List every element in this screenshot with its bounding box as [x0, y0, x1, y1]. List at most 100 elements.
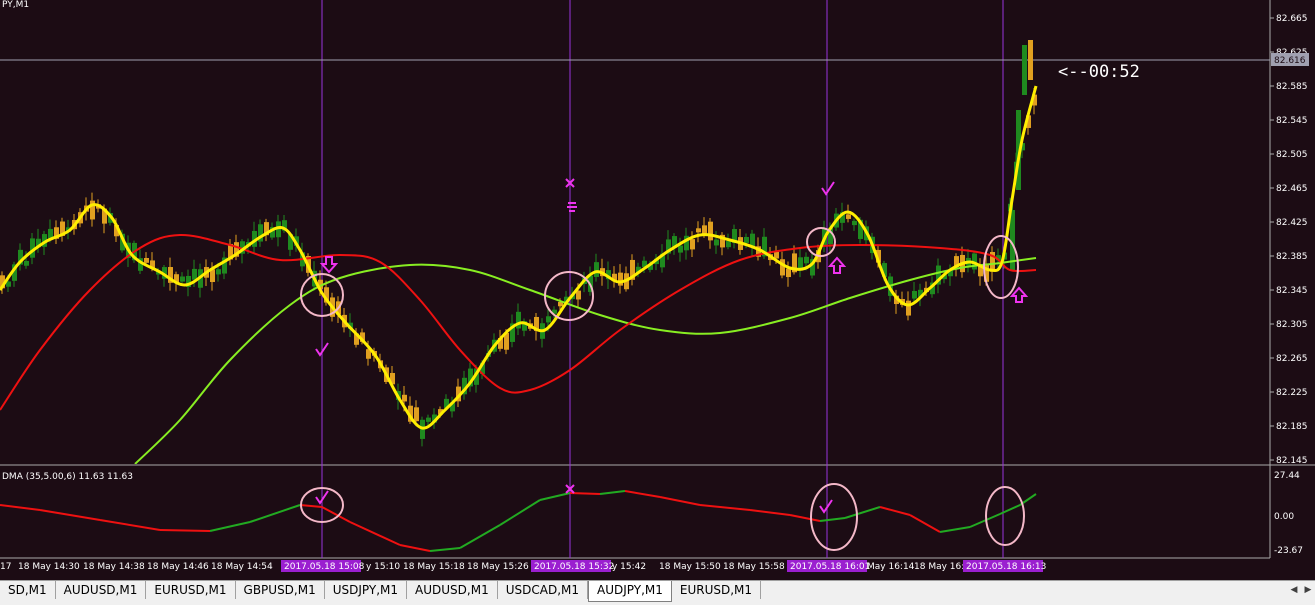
- bar-timer: <--00:52: [1058, 62, 1140, 82]
- oscillator-segment: [939, 526, 971, 533]
- oscillator-segment: [599, 490, 626, 495]
- oscillator-segment: [39, 509, 101, 521]
- candle-body: [846, 214, 851, 219]
- candle-body: [696, 228, 701, 233]
- price-chart[interactable]: PY,M1 <--00:52 82.66582.58582.54582.5058…: [0, 0, 1315, 580]
- oscillator-segment: [0, 504, 41, 511]
- oscillator-segment: [789, 514, 821, 522]
- vertical-lines: [321, 0, 1004, 558]
- candle-body: [1028, 40, 1033, 80]
- tab-eurusd[interactable]: EURUSD,M1: [146, 581, 236, 599]
- time-highlight-label-4: 2017.05.18 16:13: [966, 562, 1046, 572]
- time-label: May 16:14: [867, 562, 915, 572]
- candle-body: [852, 220, 857, 226]
- candle-body: [708, 221, 713, 241]
- candle-body: [1022, 45, 1027, 95]
- price-tick-label: 82.665: [1276, 14, 1308, 24]
- ma-green-line[interactable]: [134, 257, 1037, 464]
- time-label: 18 May 14:38: [83, 562, 145, 572]
- oscillator-segment: [844, 506, 881, 519]
- indicator-scale[interactable]: 27.44 0.00 -23.67: [1274, 471, 1303, 556]
- tab-audusd-2[interactable]: AUDUSD,M1: [407, 581, 498, 599]
- candle-body: [426, 417, 431, 422]
- candle-body: [786, 268, 791, 278]
- oscillator-line[interactable]: [0, 490, 1037, 552]
- indicator-scale-zero: 0.00: [1274, 512, 1294, 522]
- candle-body: [402, 394, 407, 402]
- price-tick-label: 82.545: [1276, 116, 1308, 126]
- circle-annotation-2: [544, 271, 594, 321]
- time-highlight-label-2: 2017.05.18 15:32: [534, 562, 614, 572]
- candle-body: [414, 407, 419, 422]
- price-tick-label: 82.465: [1276, 184, 1308, 194]
- candle-body: [690, 239, 695, 250]
- oscillator-segment: [159, 529, 211, 532]
- chart-area[interactable]: PY,M1 <--00:52 82.665 82.585 82.545 82.5…: [0, 0, 1315, 580]
- candle-body: [594, 262, 599, 277]
- candle-body: [678, 245, 683, 253]
- arrow-up-icon: [827, 256, 847, 274]
- tab-audjpy-active[interactable]: AUDJPY,M1: [588, 581, 672, 602]
- candlesticks: [0, 40, 1037, 447]
- time-label: y 15:10: [366, 562, 400, 572]
- candle-body: [618, 272, 623, 286]
- time-label: 18 May 15:18: [403, 562, 465, 572]
- time-label: 18 May 14:30: [18, 562, 80, 572]
- indicator-label: DMA (35,5.00,6) 11.63 11.63: [2, 472, 133, 482]
- price-tick-label: 82.305: [1276, 320, 1308, 330]
- time-label: 18 May 15:50: [659, 562, 721, 572]
- current-price-tag: 82.616: [1271, 53, 1309, 66]
- candle-body: [180, 276, 185, 282]
- candle-body: [24, 260, 29, 266]
- oscillator-segment: [399, 544, 431, 552]
- current-price-label: 82.616: [1274, 56, 1306, 66]
- price-tick-label: 82.505: [1276, 150, 1308, 160]
- price-tick-label: 82.385: [1276, 252, 1308, 262]
- oscillator-segment: [879, 506, 911, 516]
- price-tick-label: 82.265: [1276, 354, 1308, 364]
- candle-body: [216, 269, 221, 275]
- check-mark-icon: [821, 181, 835, 196]
- tab-gbpusd[interactable]: GBPUSD,M1: [235, 581, 325, 599]
- oscillator-segment: [499, 499, 541, 526]
- tab-audusd[interactable]: AUDUSD,M1: [55, 581, 147, 599]
- sub-markers: [315, 484, 833, 514]
- time-label: 18 May 14:54: [211, 562, 273, 572]
- sub-circle-annotation-3: [985, 486, 1025, 546]
- price-tick-label: 82.145: [1276, 456, 1308, 466]
- time-label: y 15:42: [612, 562, 646, 572]
- arrow-up-icon: [1009, 286, 1029, 303]
- price-tick-label: 82.345: [1276, 286, 1308, 296]
- price-scale[interactable]: 82.66582.62582.58582.54582.50582.46582.4…: [1270, 14, 1308, 466]
- time-label: 18 May 15:26: [467, 562, 529, 572]
- oscillator-segment: [569, 492, 601, 495]
- indicator-scale-bottom: -23.67: [1274, 546, 1303, 556]
- tab-sdm1[interactable]: SD,M1: [0, 581, 56, 599]
- check-mark-icon: [819, 499, 833, 514]
- tab-usdcad[interactable]: USDCAD,M1: [497, 581, 588, 599]
- oscillator-segment: [459, 524, 501, 549]
- oscillator-segment: [299, 504, 323, 508]
- oscillator-segment: [349, 521, 401, 546]
- oscillator-segment: [659, 496, 701, 506]
- scroll-right-icon[interactable]: ▶: [1301, 581, 1315, 599]
- oscillator-segment: [99, 519, 161, 531]
- oscillator-segment: [749, 509, 791, 516]
- chart-title: PY,M1: [2, 0, 29, 10]
- candle-body: [702, 225, 707, 234]
- oscillator-segment: [539, 492, 571, 501]
- price-tick-label: 82.425: [1276, 218, 1308, 228]
- tab-eurusd-2[interactable]: EURUSD,M1: [671, 581, 762, 599]
- tab-usdjpy[interactable]: USDJPY,M1: [324, 581, 408, 599]
- time-label: 18 May 14:46: [147, 562, 209, 572]
- candle-body: [714, 239, 719, 246]
- candle-body: [192, 268, 197, 280]
- candle-body: [144, 257, 149, 263]
- oscillator-segment: [429, 547, 461, 552]
- chart-tab-bar: SD,M1 AUDUSD,M1 EURUSD,M1 GBPUSD,M1 USDJ…: [0, 580, 1315, 605]
- scroll-left-icon[interactable]: ◀: [1287, 581, 1301, 599]
- candle-body: [906, 300, 911, 316]
- indicator-scale-top: 27.44: [1274, 471, 1300, 481]
- time-axis[interactable]: 17 18 May 14:30 18 May 14:38 18 May 14:4…: [0, 560, 1046, 572]
- candle-body: [804, 256, 809, 264]
